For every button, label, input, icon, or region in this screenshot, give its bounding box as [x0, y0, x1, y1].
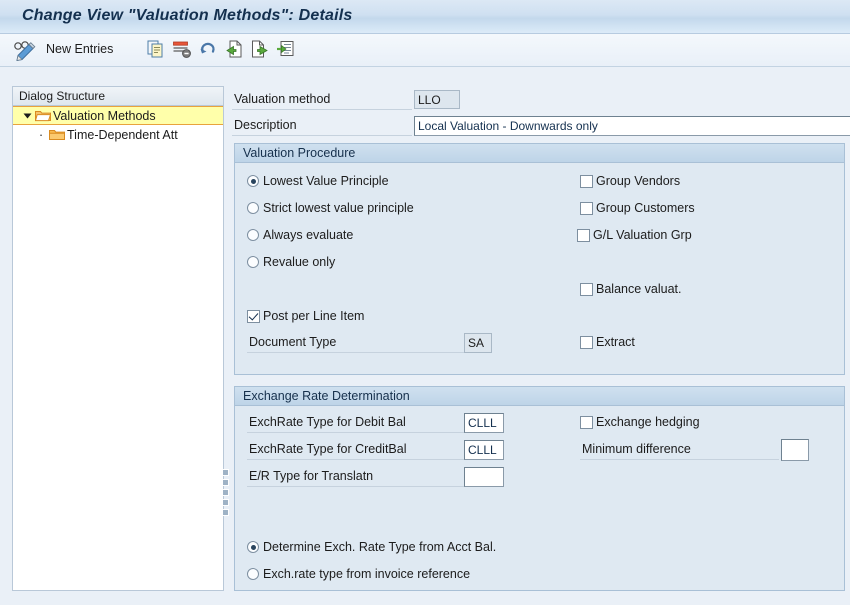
closed-folder-icon — [49, 128, 67, 141]
radio-mark — [247, 175, 259, 187]
window-title-bar: Change View "Valuation Methods": Details — [0, 0, 850, 34]
checkbox-label: Group Customers — [596, 201, 695, 215]
checkbox-box — [580, 202, 593, 215]
undo-icon[interactable] — [198, 39, 218, 61]
details-form: Valuation method LLO Description Local V… — [232, 86, 850, 605]
checkbox-label: Group Vendors — [596, 174, 680, 188]
previous-entry-icon[interactable] — [224, 39, 244, 61]
radio-mark — [247, 256, 259, 268]
exchrate-credit-input[interactable]: CLLL — [464, 440, 504, 460]
valuation-method-value: LLO — [414, 90, 460, 109]
application-toolbar: New Entries — [0, 34, 850, 67]
radio-label: Determine Exch. Rate Type from Acct Bal. — [263, 540, 496, 554]
field-underline — [247, 486, 465, 487]
checkbox-box — [247, 310, 260, 323]
open-folder-icon — [35, 109, 53, 122]
checkbox-group-customers[interactable]: Group Customers — [580, 201, 695, 215]
copy-icon[interactable] — [146, 39, 166, 61]
checkbox-label: G/L Valuation Grp — [593, 228, 692, 242]
splitter-dot — [222, 489, 229, 496]
display-change-icon[interactable] — [12, 39, 38, 61]
page-title: Change View "Valuation Methods": Details — [22, 7, 352, 25]
sap-screen: Change View "Valuation Methods": Details… — [0, 0, 850, 605]
radio-determine-exch-rate-from-acct-bal[interactable]: Determine Exch. Rate Type from Acct Bal. — [247, 540, 496, 554]
splitter-dot — [222, 479, 229, 486]
checkbox-box — [577, 229, 590, 242]
tree-item-label: Time-Dependent Att — [67, 128, 178, 142]
radio-mark — [247, 568, 259, 580]
field-underline — [232, 109, 412, 110]
checkbox-box — [580, 336, 593, 349]
radio-revalue-only[interactable]: Revalue only — [247, 255, 335, 269]
radio-label: Strict lowest value principle — [263, 201, 414, 215]
dialog-structure-tree: Valuation Methods · Time-Dependent Att — [13, 106, 223, 144]
exchrate-debit-label: ExchRate Type for Debit Bal — [249, 415, 406, 429]
splitter-dot — [222, 509, 229, 516]
document-type-label: Document Type — [249, 335, 336, 349]
checkbox-group-vendors[interactable]: Group Vendors — [580, 174, 680, 188]
field-underline — [247, 432, 465, 433]
checkbox-box — [580, 416, 593, 429]
next-entry-icon[interactable] — [250, 39, 270, 61]
radio-always-evaluate[interactable]: Always evaluate — [247, 228, 353, 242]
minimum-difference-label: Minimum difference — [582, 442, 691, 456]
checkbox-post-per-line-item[interactable]: Post per Line Item — [247, 309, 364, 323]
checkbox-exchange-hedging[interactable]: Exchange hedging — [580, 415, 700, 429]
radio-strict-lowest-value-principle[interactable]: Strict lowest value principle — [247, 201, 414, 215]
radio-mark — [247, 229, 259, 241]
radio-label: Lowest Value Principle — [263, 174, 389, 188]
checkbox-label: Exchange hedging — [596, 415, 700, 429]
radio-mark — [247, 541, 259, 553]
radio-label: Exch.rate type from invoice reference — [263, 567, 470, 581]
dialog-structure-header: Dialog Structure — [12, 86, 224, 106]
panel-splitter-handle[interactable] — [221, 466, 230, 510]
delete-row-icon[interactable] — [172, 39, 192, 61]
checkbox-gl-valuation-grp[interactable]: G/L Valuation Grp — [577, 228, 692, 242]
checkbox-box — [580, 175, 593, 188]
splitter-dot — [222, 499, 229, 506]
expand-collapse-twisty-icon[interactable] — [19, 111, 35, 120]
exchange-rate-title: Exchange Rate Determination — [235, 387, 844, 406]
description-input[interactable]: Local Valuation - Downwards only — [414, 116, 850, 136]
field-underline — [247, 352, 465, 353]
checkbox-label: Post per Line Item — [263, 309, 364, 323]
tree-bullet-icon: · — [33, 128, 49, 141]
er-type-translation-input[interactable] — [464, 467, 504, 487]
document-type-input[interactable]: SA — [464, 333, 492, 353]
splitter-dot — [222, 469, 229, 476]
radio-exch-rate-type-from-invoice-reference[interactable]: Exch.rate type from invoice reference — [247, 567, 470, 581]
tree-item-valuation-methods[interactable]: Valuation Methods — [13, 106, 223, 125]
radio-lowest-value-principle[interactable]: Lowest Value Principle — [247, 174, 389, 188]
exchrate-credit-label: ExchRate Type for CreditBal — [249, 442, 406, 456]
select-layout-icon[interactable] — [276, 39, 296, 61]
er-type-translation-label: E/R Type for Translatn — [249, 469, 373, 483]
new-entries-button[interactable]: New Entries — [46, 42, 113, 56]
valuation-procedure-title: Valuation Procedure — [235, 144, 844, 163]
checkbox-box — [580, 283, 593, 296]
minimum-difference-input[interactable] — [781, 439, 809, 461]
checkbox-balance-valuat[interactable]: Balance valuat. — [580, 282, 681, 296]
field-underline — [247, 459, 465, 460]
description-label: Description — [234, 118, 297, 132]
tree-item-label: Valuation Methods — [53, 109, 156, 123]
radio-label: Always evaluate — [263, 228, 353, 242]
radio-mark — [247, 202, 259, 214]
checkbox-label: Balance valuat. — [596, 282, 681, 296]
radio-label: Revalue only — [263, 255, 335, 269]
exchrate-debit-input[interactable]: CLLL — [464, 413, 504, 433]
dialog-structure-panel: Valuation Methods · Time-Dependent Att — [12, 86, 224, 591]
valuation-procedure-group: Valuation Procedure Lowest Value Princip… — [234, 143, 845, 375]
field-underline — [580, 459, 779, 460]
exchange-rate-determination-group: Exchange Rate Determination ExchRate Typ… — [234, 386, 845, 591]
tree-item-time-dependent-attributes[interactable]: · Time-Dependent Att — [13, 125, 223, 144]
checkbox-label: Extract — [596, 335, 635, 349]
valuation-method-label: Valuation method — [234, 92, 330, 106]
field-underline — [232, 135, 412, 136]
checkbox-extract[interactable]: Extract — [580, 335, 635, 349]
